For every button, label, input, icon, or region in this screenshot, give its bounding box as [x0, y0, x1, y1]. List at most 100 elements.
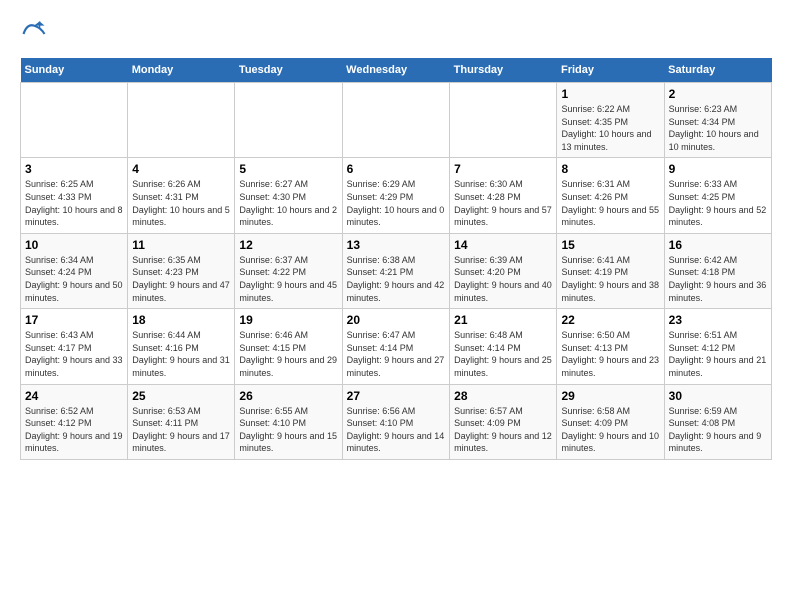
day-number: 7	[454, 162, 552, 176]
calendar-cell: 9 Sunrise: 6:33 AM Sunset: 4:25 PM Daylig…	[664, 158, 771, 233]
calendar-cell: 27Sunrise: 6:56 AM Sunset: 4:10 PM Dayli…	[342, 384, 449, 459]
week-row-2: 3 Sunrise: 6:25 AM Sunset: 4:33 PM Daylig…	[21, 158, 772, 233]
weekday-header-row: SundayMondayTuesdayWednesdayThursdayFrid…	[21, 58, 772, 83]
day-info: Sunrise: 6:39 AM Sunset: 4:20 PM Dayligh…	[454, 254, 552, 304]
calendar-cell	[235, 83, 342, 158]
day-number: 24	[25, 389, 123, 403]
day-info: Sunrise: 6:30 AM Sunset: 4:28 PM Dayligh…	[454, 178, 552, 228]
day-number: 1	[561, 87, 659, 101]
day-info: Sunrise: 6:23 AM Sunset: 4:34 PM Dayligh…	[669, 103, 767, 153]
day-number: 22	[561, 313, 659, 327]
calendar-cell: 16 Sunrise: 6:42 AM Sunset: 4:18 PM Dayli…	[664, 233, 771, 308]
day-info: Sunrise: 6:51 AM Sunset: 4:12 PM Dayligh…	[669, 329, 767, 379]
day-info: Sunrise: 6:46 AM Sunset: 4:15 PM Dayligh…	[239, 329, 337, 379]
calendar-cell: 6 Sunrise: 6:29 AM Sunset: 4:29 PM Daylig…	[342, 158, 449, 233]
calendar-cell: 14 Sunrise: 6:39 AM Sunset: 4:20 PM Dayli…	[450, 233, 557, 308]
day-number: 30	[669, 389, 767, 403]
calendar-cell: 30 Sunrise: 6:59 AM Sunset: 4:08 PM Dayli…	[664, 384, 771, 459]
week-row-1: 1 Sunrise: 6:22 AM Sunset: 4:35 PM Daylig…	[21, 83, 772, 158]
day-number: 6	[347, 162, 445, 176]
week-row-5: 24 Sunrise: 6:52 AM Sunset: 4:12 PM Dayli…	[21, 384, 772, 459]
day-number: 18	[132, 313, 230, 327]
day-number: 29	[561, 389, 659, 403]
day-info: Sunrise: 6:33 AM Sunset: 4:25 PM Dayligh…	[669, 178, 767, 228]
day-info: Sunrise: 6:43 AM Sunset: 4:17 PM Dayligh…	[25, 329, 123, 379]
calendar-cell: 8Sunrise: 6:31 AM Sunset: 4:26 PM Daylig…	[557, 158, 664, 233]
calendar-cell	[128, 83, 235, 158]
day-number: 8	[561, 162, 659, 176]
day-info: Sunrise: 6:27 AM Sunset: 4:30 PM Dayligh…	[239, 178, 337, 228]
calendar-cell	[342, 83, 449, 158]
day-info: Sunrise: 6:29 AM Sunset: 4:29 PM Dayligh…	[347, 178, 445, 228]
day-number: 28	[454, 389, 552, 403]
day-number: 16	[669, 238, 767, 252]
day-info: Sunrise: 6:25 AM Sunset: 4:33 PM Dayligh…	[25, 178, 123, 228]
calendar-cell: 11 Sunrise: 6:35 AM Sunset: 4:23 PM Dayli…	[128, 233, 235, 308]
day-number: 3	[25, 162, 123, 176]
page-header	[20, 20, 772, 48]
day-number: 4	[132, 162, 230, 176]
calendar-cell: 28 Sunrise: 6:57 AM Sunset: 4:09 PM Dayli…	[450, 384, 557, 459]
day-info: Sunrise: 6:53 AM Sunset: 4:11 PM Dayligh…	[132, 405, 230, 455]
calendar-cell: 29 Sunrise: 6:58 AM Sunset: 4:09 PM Dayli…	[557, 384, 664, 459]
day-info: Sunrise: 6:34 AM Sunset: 4:24 PM Dayligh…	[25, 254, 123, 304]
day-number: 26	[239, 389, 337, 403]
day-info: Sunrise: 6:52 AM Sunset: 4:12 PM Dayligh…	[25, 405, 123, 455]
day-number: 14	[454, 238, 552, 252]
day-number: 12	[239, 238, 337, 252]
day-number: 17	[25, 313, 123, 327]
day-number: 11	[132, 238, 230, 252]
calendar-cell: 12Sunrise: 6:37 AM Sunset: 4:22 PM Dayli…	[235, 233, 342, 308]
weekday-header-thursday: Thursday	[450, 58, 557, 83]
day-info: Sunrise: 6:48 AM Sunset: 4:14 PM Dayligh…	[454, 329, 552, 379]
day-info: Sunrise: 6:26 AM Sunset: 4:31 PM Dayligh…	[132, 178, 230, 228]
calendar-cell	[21, 83, 128, 158]
weekday-header-wednesday: Wednesday	[342, 58, 449, 83]
calendar-cell: 26 Sunrise: 6:55 AM Sunset: 4:10 PM Dayli…	[235, 384, 342, 459]
calendar-cell: 10 Sunrise: 6:34 AM Sunset: 4:24 PM Dayli…	[21, 233, 128, 308]
week-row-4: 17 Sunrise: 6:43 AM Sunset: 4:17 PM Dayli…	[21, 309, 772, 384]
day-number: 10	[25, 238, 123, 252]
weekday-header-tuesday: Tuesday	[235, 58, 342, 83]
day-number: 19	[239, 313, 337, 327]
calendar-cell: 19 Sunrise: 6:46 AM Sunset: 4:15 PM Dayli…	[235, 309, 342, 384]
weekday-header-monday: Monday	[128, 58, 235, 83]
calendar-cell: 2Sunrise: 6:23 AM Sunset: 4:34 PM Daylig…	[664, 83, 771, 158]
day-info: Sunrise: 6:59 AM Sunset: 4:08 PM Dayligh…	[669, 405, 767, 455]
day-number: 9	[669, 162, 767, 176]
day-info: Sunrise: 6:47 AM Sunset: 4:14 PM Dayligh…	[347, 329, 445, 379]
calendar-cell: 5 Sunrise: 6:27 AM Sunset: 4:30 PM Daylig…	[235, 158, 342, 233]
day-number: 21	[454, 313, 552, 327]
day-info: Sunrise: 6:57 AM Sunset: 4:09 PM Dayligh…	[454, 405, 552, 455]
calendar-cell	[450, 83, 557, 158]
day-number: 15	[561, 238, 659, 252]
weekday-header-friday: Friday	[557, 58, 664, 83]
week-row-3: 10 Sunrise: 6:34 AM Sunset: 4:24 PM Dayli…	[21, 233, 772, 308]
calendar-cell: 7 Sunrise: 6:30 AM Sunset: 4:28 PM Daylig…	[450, 158, 557, 233]
calendar-cell: 22 Sunrise: 6:50 AM Sunset: 4:13 PM Dayli…	[557, 309, 664, 384]
day-info: Sunrise: 6:50 AM Sunset: 4:13 PM Dayligh…	[561, 329, 659, 379]
day-info: Sunrise: 6:44 AM Sunset: 4:16 PM Dayligh…	[132, 329, 230, 379]
calendar-cell: 25 Sunrise: 6:53 AM Sunset: 4:11 PM Dayli…	[128, 384, 235, 459]
day-info: Sunrise: 6:55 AM Sunset: 4:10 PM Dayligh…	[239, 405, 337, 455]
calendar-cell: 21 Sunrise: 6:48 AM Sunset: 4:14 PM Dayli…	[450, 309, 557, 384]
day-info: Sunrise: 6:58 AM Sunset: 4:09 PM Dayligh…	[561, 405, 659, 455]
day-info: Sunrise: 6:22 AM Sunset: 4:35 PM Dayligh…	[561, 103, 659, 153]
day-number: 5	[239, 162, 337, 176]
day-number: 25	[132, 389, 230, 403]
logo	[20, 20, 52, 48]
weekday-header-saturday: Saturday	[664, 58, 771, 83]
day-info: Sunrise: 6:41 AM Sunset: 4:19 PM Dayligh…	[561, 254, 659, 304]
calendar-cell: 20 Sunrise: 6:47 AM Sunset: 4:14 PM Dayli…	[342, 309, 449, 384]
calendar-cell: 18 Sunrise: 6:44 AM Sunset: 4:16 PM Dayli…	[128, 309, 235, 384]
calendar-cell: 1 Sunrise: 6:22 AM Sunset: 4:35 PM Daylig…	[557, 83, 664, 158]
calendar-cell: 17 Sunrise: 6:43 AM Sunset: 4:17 PM Dayli…	[21, 309, 128, 384]
day-info: Sunrise: 6:35 AM Sunset: 4:23 PM Dayligh…	[132, 254, 230, 304]
day-number: 20	[347, 313, 445, 327]
calendar-table: SundayMondayTuesdayWednesdayThursdayFrid…	[20, 58, 772, 460]
calendar-cell: 23 Sunrise: 6:51 AM Sunset: 4:12 PM Dayli…	[664, 309, 771, 384]
day-number: 13	[347, 238, 445, 252]
day-number: 27	[347, 389, 445, 403]
day-info: Sunrise: 6:42 AM Sunset: 4:18 PM Dayligh…	[669, 254, 767, 304]
day-number: 23	[669, 313, 767, 327]
